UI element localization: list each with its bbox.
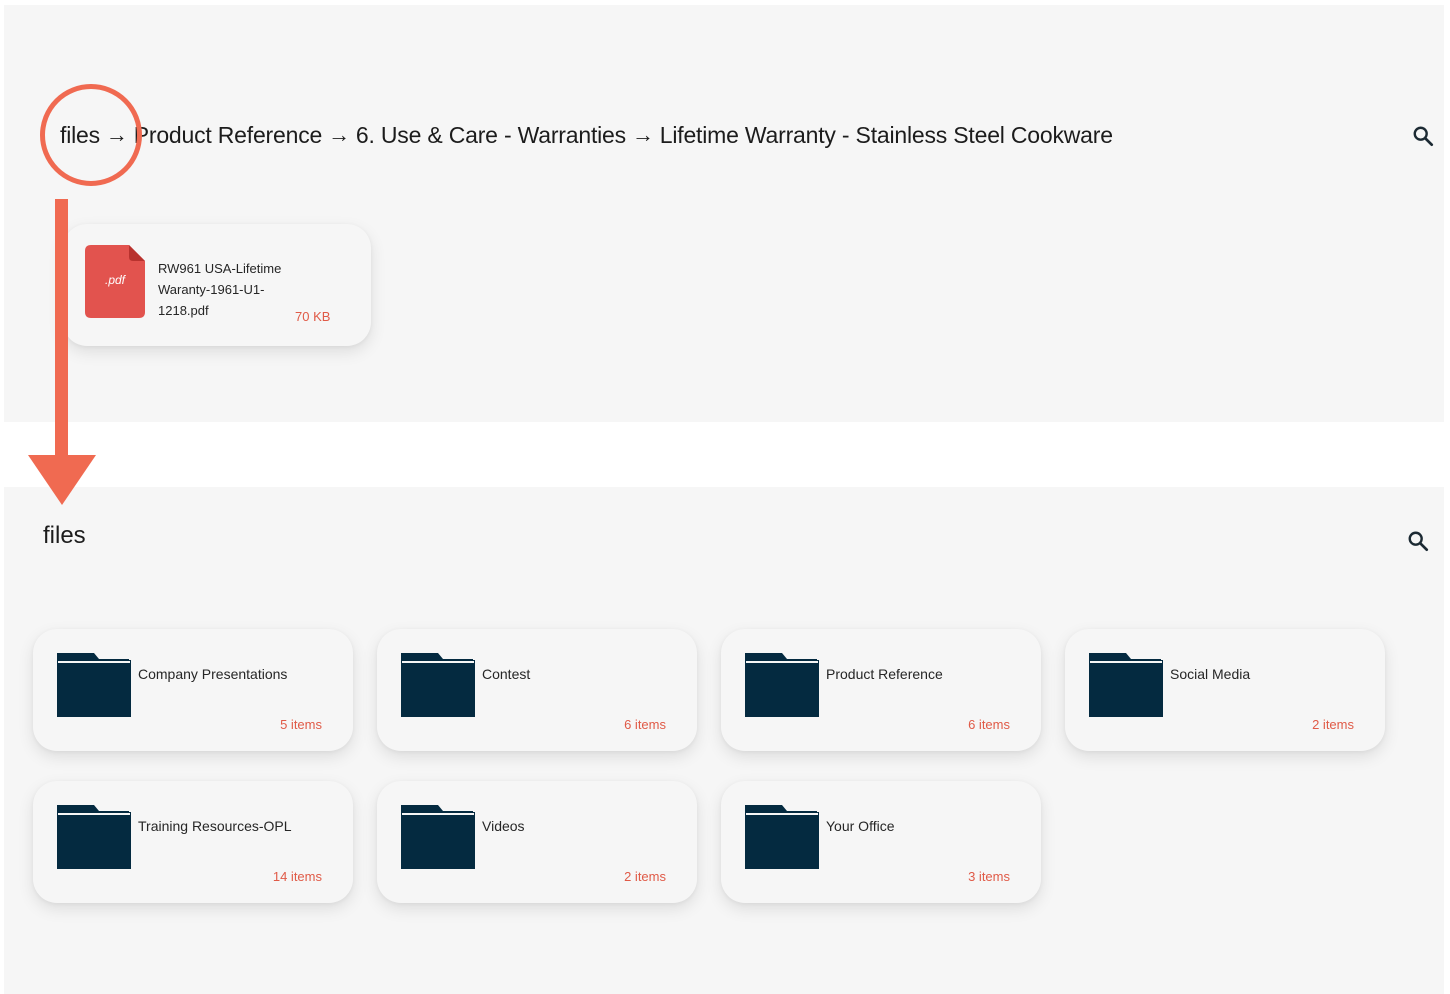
folder-icon (57, 805, 131, 869)
folder-name: Training Resources-OPL (138, 818, 292, 834)
annotation-arrow-head (28, 455, 96, 505)
folder-icon (745, 653, 819, 717)
pdf-file-icon: .pdf (85, 245, 145, 318)
folder-icon (401, 805, 475, 869)
folder-icon (1089, 653, 1163, 717)
breadcrumb: files → Product Reference → 6. Use & Car… (60, 119, 1113, 151)
folder-icon (745, 805, 819, 869)
folder-item-count: 3 items (968, 869, 1010, 884)
annotation-arrow-shaft (55, 199, 68, 459)
folder-item-count: 6 items (968, 717, 1010, 732)
folder-item-count: 5 items (280, 717, 322, 732)
folder-card-contest[interactable]: Contest 6 items (377, 629, 697, 751)
folder-name: Company Presentations (138, 666, 288, 682)
folder-name: Videos (482, 818, 525, 834)
folder-card-social-media[interactable]: Social Media 2 items (1065, 629, 1385, 751)
file-size: 70 KB (295, 309, 331, 324)
breadcrumb-separator: → (631, 122, 654, 147)
folder-card-company-presentations[interactable]: Company Presentations 5 items (33, 629, 353, 751)
breadcrumb-item-files[interactable]: files (60, 122, 100, 149)
breadcrumb-item-product-reference[interactable]: Product Reference (134, 122, 323, 149)
breadcrumb-separator: → (105, 122, 128, 147)
folder-name: Social Media (1170, 666, 1251, 682)
file-extension: .pdf (104, 273, 125, 287)
folder-icon (57, 653, 131, 717)
folder-icon (401, 653, 475, 717)
folder-view-panel (4, 5, 1444, 422)
search-icon[interactable] (1412, 125, 1434, 147)
folder-item-count: 6 items (624, 717, 666, 732)
folder-item-count: 2 items (624, 869, 666, 884)
breadcrumb-separator: → (328, 122, 350, 147)
folder-name: Product Reference (826, 666, 943, 682)
folder-item-count: 2 items (1312, 717, 1354, 732)
breadcrumb-item-use-care[interactable]: 6. Use & Care - Warranties (356, 122, 626, 149)
folder-name: Your Office (826, 818, 895, 834)
breadcrumb-item-current: Lifetime Warranty - Stainless Steel Cook… (659, 121, 1113, 148)
file-card[interactable]: .pdf RW961 USA-Lifetime Waranty-1961-U1-… (63, 224, 371, 346)
file-name: RW961 USA-Lifetime Waranty-1961-U1-1218.… (158, 261, 282, 318)
folder-card-product-reference[interactable]: Product Reference 6 items (721, 629, 1041, 751)
folder-card-training-resources[interactable]: Training Resources-OPL 14 items (33, 781, 353, 903)
folder-item-count: 14 items (272, 869, 322, 884)
folder-card-videos[interactable]: Videos 2 items (377, 781, 697, 903)
folder-card-your-office[interactable]: Your Office 3 items (721, 781, 1041, 903)
search-icon[interactable] (1407, 530, 1429, 552)
folder-name: Contest (482, 666, 531, 682)
page-title: files (43, 522, 86, 549)
